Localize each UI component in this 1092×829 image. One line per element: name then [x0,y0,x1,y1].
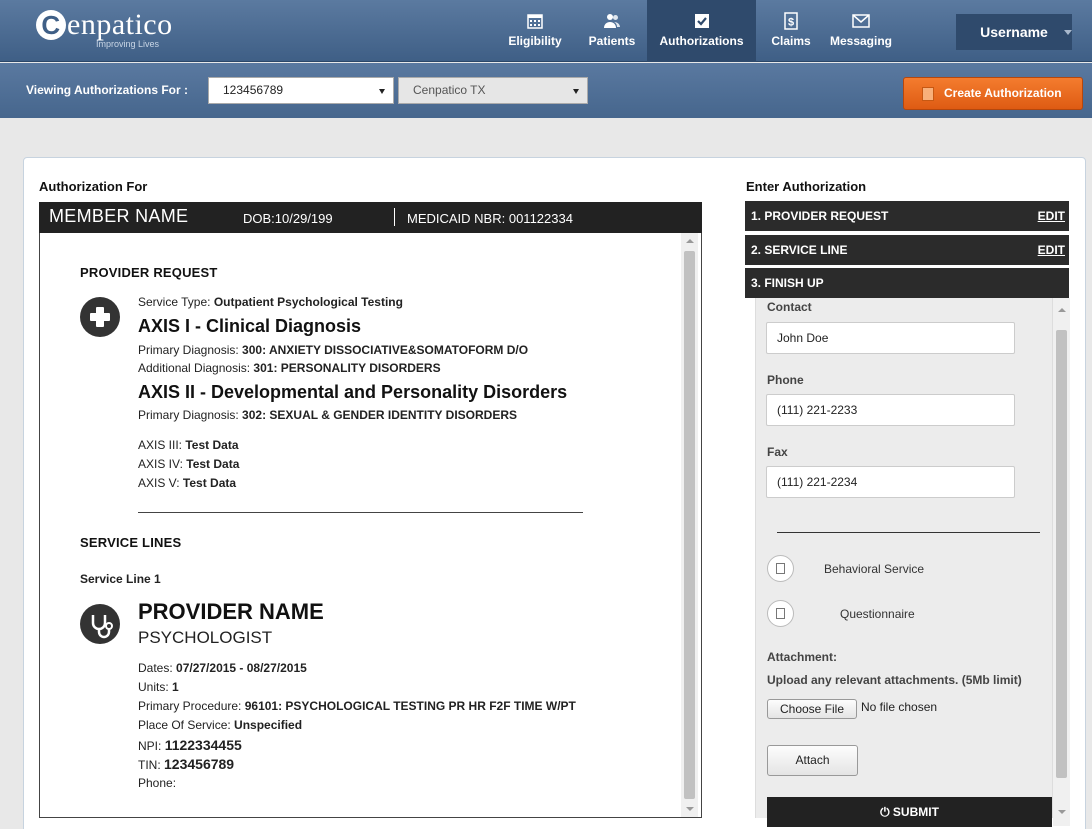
axis-5: AXIS V: Test Data [138,476,237,490]
nav-messaging[interactable]: Messaging [826,0,896,62]
create-authorization-label: Create Authorization [944,86,1062,100]
attach-button[interactable]: Attach [767,745,858,776]
step-service-line[interactable]: 2. SERVICE LINE EDIT [745,235,1069,265]
npi: NPI: 1122334455 [138,737,242,753]
top-navigation: Cenpatico Improving Lives Eligibility Pa… [0,0,1092,62]
service-line-title: Service Line 1 [80,572,161,586]
contact-label: Contact [767,300,812,314]
place-of-service: Place Of Service: Unspecified [138,718,303,732]
plan-value: Cenpatico TX [413,83,486,97]
submit-button[interactable]: ⏻ SUBMIT [767,797,1052,827]
scroll-thumb[interactable] [684,251,695,799]
nav-authorizations-label: Authorizations [659,34,744,48]
axis-2-title: AXIS II - Developmental and Personality … [138,382,568,402]
nav-claims-label: Claims [771,34,811,48]
scroll-down-icon[interactable] [686,807,694,811]
nav-messaging-label: Messaging [829,34,892,48]
medicaid-number: MEDICAID NBR: 001122334 [407,211,573,226]
step-finish-up-label: 3. FINISH UP [751,276,824,290]
document-icon[interactable] [767,600,794,627]
stethoscope-icon [80,604,120,644]
authorization-for-heading: Authorization For [39,179,148,194]
choose-file-button[interactable]: Choose File [767,699,857,719]
svg-text:$: $ [788,17,794,29]
logo-initial: C [36,10,66,40]
dropdown-arrow-icon [573,89,579,94]
scroll-down-icon[interactable] [1058,810,1066,814]
finish-up-scrollbar[interactable] [1053,298,1070,826]
service-dates: Dates: 07/27/2015 - 08/27/2015 [138,661,307,675]
step-service-line-label: 2. SERVICE LINE [751,243,848,257]
logo-wordmark: enpatico [67,8,173,41]
username-menu[interactable]: Username [956,14,1072,50]
axis-2-primary-diagnosis: Primary Diagnosis: 302: SEXUAL & GENDER … [138,408,517,422]
summary-scrollbar[interactable] [681,233,698,817]
scroll-up-icon[interactable] [686,239,694,243]
scroll-thumb[interactable] [1056,330,1067,778]
create-authorization-button[interactable]: Create Authorization [903,77,1083,110]
cenpatico-logo[interactable]: Cenpatico Improving Lives [36,8,173,49]
document-plus-icon [922,87,934,101]
people-icon [604,14,620,28]
scroll-up-icon[interactable] [1058,308,1066,312]
submit-label: SUBMIT [892,805,939,819]
provider-name: PROVIDER NAME [138,599,324,624]
dollar-icon: $ [784,12,798,30]
nav-eligibility-label: Eligibility [508,34,562,48]
service-units: Units: 1 [138,680,179,694]
primary-procedure: Primary Procedure: 96101: PSYCHOLOGICAL … [138,699,576,713]
axis-1-additional-diagnosis: Additional Diagnosis: 301: PERSONALITY D… [138,361,441,375]
check-icon [694,14,709,28]
questionnaire-link[interactable]: Questionnaire [840,607,915,621]
envelope-icon [852,14,870,28]
document-icon[interactable] [767,555,794,582]
service-type: Service Type: Outpatient Psychological T… [138,295,403,309]
nav-claims[interactable]: $ Claims [766,0,816,62]
phone-field[interactable]: (111) 221-2233 [766,394,1015,426]
plan-select[interactable]: Cenpatico TX [398,77,588,104]
chevron-down-icon[interactable] [1064,30,1072,35]
member-id-value: 123456789 [223,83,284,97]
power-icon: ⏻ [880,805,890,819]
edit-provider-request-link[interactable]: EDIT [1038,201,1065,231]
member-id-select[interactable]: 123456789 [208,77,394,104]
tin: TIN: 123456789 [138,756,235,772]
axis-1-title: AXIS I - Clinical Diagnosis [138,316,362,336]
provider-request-title: PROVIDER REQUEST [80,265,218,280]
nav-patients-label: Patients [588,34,636,48]
axis-3: AXIS III: Test Data [138,438,239,452]
attachment-hint: Upload any relevant attachments. (5Mb li… [767,673,1022,687]
nav-eligibility[interactable]: Eligibility [503,0,567,62]
separator [394,208,395,226]
section-divider [138,512,583,513]
provider-phone: Phone: [138,776,177,790]
context-bar: Viewing Authorizations For : 123456789 C… [0,63,1092,118]
phone-label: Phone [767,373,804,387]
axis-4: AXIS IV: Test Data [138,457,240,471]
nav-authorizations[interactable]: Authorizations [647,0,756,62]
no-file-text: No file chosen [861,700,938,714]
step-finish-up[interactable]: 3. FINISH UP [745,268,1069,298]
member-name: MEMBER NAME [49,206,189,226]
step-provider-request[interactable]: 1. PROVIDER REQUEST EDIT [745,201,1069,231]
member-dob: DOB:10/29/199 [243,211,333,226]
member-header: MEMBER NAME DOB:10/29/199 MEDICAID NBR: … [39,202,702,233]
dropdown-arrow-icon [379,89,385,94]
contact-field[interactable]: John Doe [766,322,1015,354]
step-provider-request-label: 1. PROVIDER REQUEST [751,209,889,223]
medical-cross-icon [80,297,120,337]
enter-authorization-heading: Enter Authorization [746,179,867,194]
service-lines-title: SERVICE LINES [80,535,182,550]
calendar-icon [527,14,543,29]
fax-field[interactable]: (111) 221-2234 [766,466,1015,498]
provider-type: PSYCHOLOGIST [138,628,273,647]
behavioral-service-link[interactable]: Behavioral Service [824,562,924,576]
nav-patients[interactable]: Patients [580,0,644,62]
viewing-label: Viewing Authorizations For : [26,83,188,97]
axis-1-primary-diagnosis: Primary Diagnosis: 300: ANXIETY DISSOCIA… [138,343,529,357]
edit-service-line-link[interactable]: EDIT [1038,235,1065,265]
attachment-label: Attachment: [767,650,838,664]
fax-label: Fax [767,445,788,459]
finish-divider [777,532,1040,533]
